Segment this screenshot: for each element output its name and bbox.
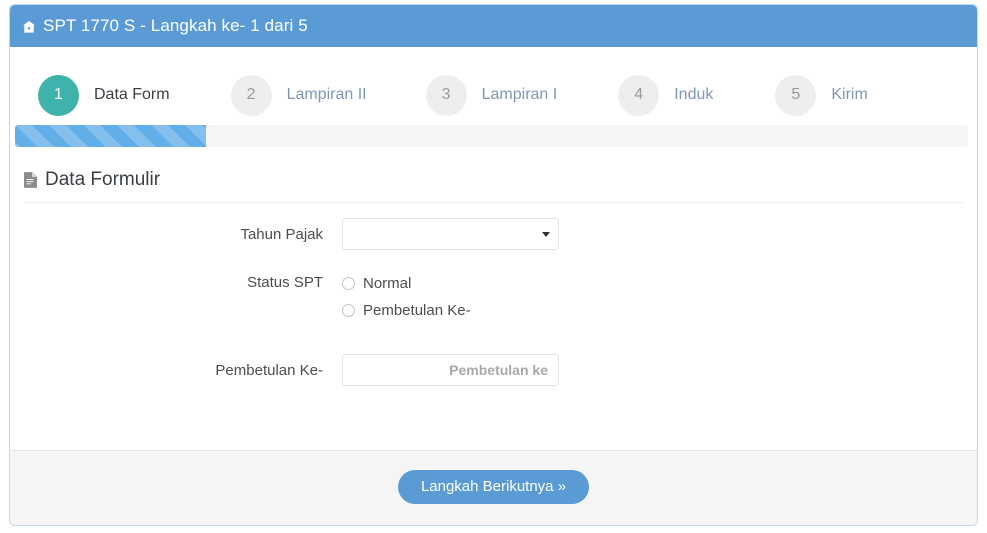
step-5-kirim[interactable]: 5 Kirim: [775, 74, 868, 116]
form-row-status-spt: Status SPT Normal Pembetulan Ke-: [24, 266, 963, 324]
wizard-stepper: 1 Data Form 2 Lampiran II 3 Lampiran I 4…: [10, 47, 977, 125]
panel-header: SPT 1770 S - Langkah ke- 1 dari 5: [10, 5, 977, 47]
step-1-label: Data Form: [94, 86, 170, 103]
radio-normal-mark[interactable]: [342, 277, 355, 290]
step-2-label: Lampiran II: [286, 86, 367, 103]
radio-pembetulan-label: Pembetulan Ke-: [363, 302, 471, 319]
tahun-pajak-label: Tahun Pajak: [240, 226, 323, 243]
data-formulir-section: Data Formulir Tahun Pajak Status SPT Nor…: [10, 147, 977, 388]
data-formulir-form: Tahun Pajak Status SPT Normal Pembetulan…: [24, 203, 963, 388]
step-3-label: Lampiran I: [481, 86, 558, 103]
panel-footer: Langkah Berikutnya »: [10, 450, 977, 525]
section-title-text: Data Formulir: [45, 169, 161, 190]
page-title: SPT 1770 S - Langkah ke- 1 dari 5: [43, 16, 308, 35]
step-2-number: 2: [230, 74, 272, 116]
form-spacer: [24, 338, 963, 354]
tahun-pajak-select[interactable]: [342, 218, 559, 250]
progress-bar-track: [15, 125, 968, 147]
chevron-down-icon: [542, 232, 550, 237]
radio-status-normal[interactable]: Normal: [342, 270, 963, 297]
step-3-number: 3: [425, 74, 467, 116]
radio-status-pembetulan[interactable]: Pembetulan Ke-: [342, 297, 963, 324]
radio-pembetulan-mark[interactable]: [342, 304, 355, 317]
step-4-induk[interactable]: 4 Induk: [618, 74, 714, 116]
step-4-label: Induk: [674, 86, 714, 103]
form-row-pembetulan-ke: Pembetulan Ke-: [24, 354, 963, 388]
section-heading: Data Formulir: [24, 169, 963, 191]
step-5-number: 5: [775, 74, 817, 116]
radio-normal-label: Normal: [363, 275, 412, 292]
file-text-icon: [24, 172, 37, 188]
step-5-label: Kirim: [831, 86, 868, 103]
progress-bar-fill: [15, 125, 206, 147]
spt-wizard-panel: SPT 1770 S - Langkah ke- 1 dari 5 1 Data…: [9, 4, 978, 526]
pembetulan-ke-input[interactable]: [342, 354, 559, 386]
status-spt-radio-group: Normal Pembetulan Ke-: [342, 266, 963, 324]
step-1-data-form[interactable]: 1 Data Form: [38, 74, 170, 116]
step-1-number: 1: [38, 74, 79, 116]
form-row-tahun-pajak: Tahun Pajak: [24, 218, 963, 252]
step-4-number: 4: [618, 74, 660, 116]
next-step-button[interactable]: Langkah Berikutnya »: [397, 469, 590, 504]
step-3-lampiran-i[interactable]: 3 Lampiran I: [425, 74, 558, 116]
status-spt-label: Status SPT: [247, 274, 323, 291]
pembetulan-ke-label: Pembetulan Ke-: [215, 362, 323, 379]
home-icon: [22, 20, 36, 34]
step-2-lampiran-ii[interactable]: 2 Lampiran II: [230, 74, 367, 116]
